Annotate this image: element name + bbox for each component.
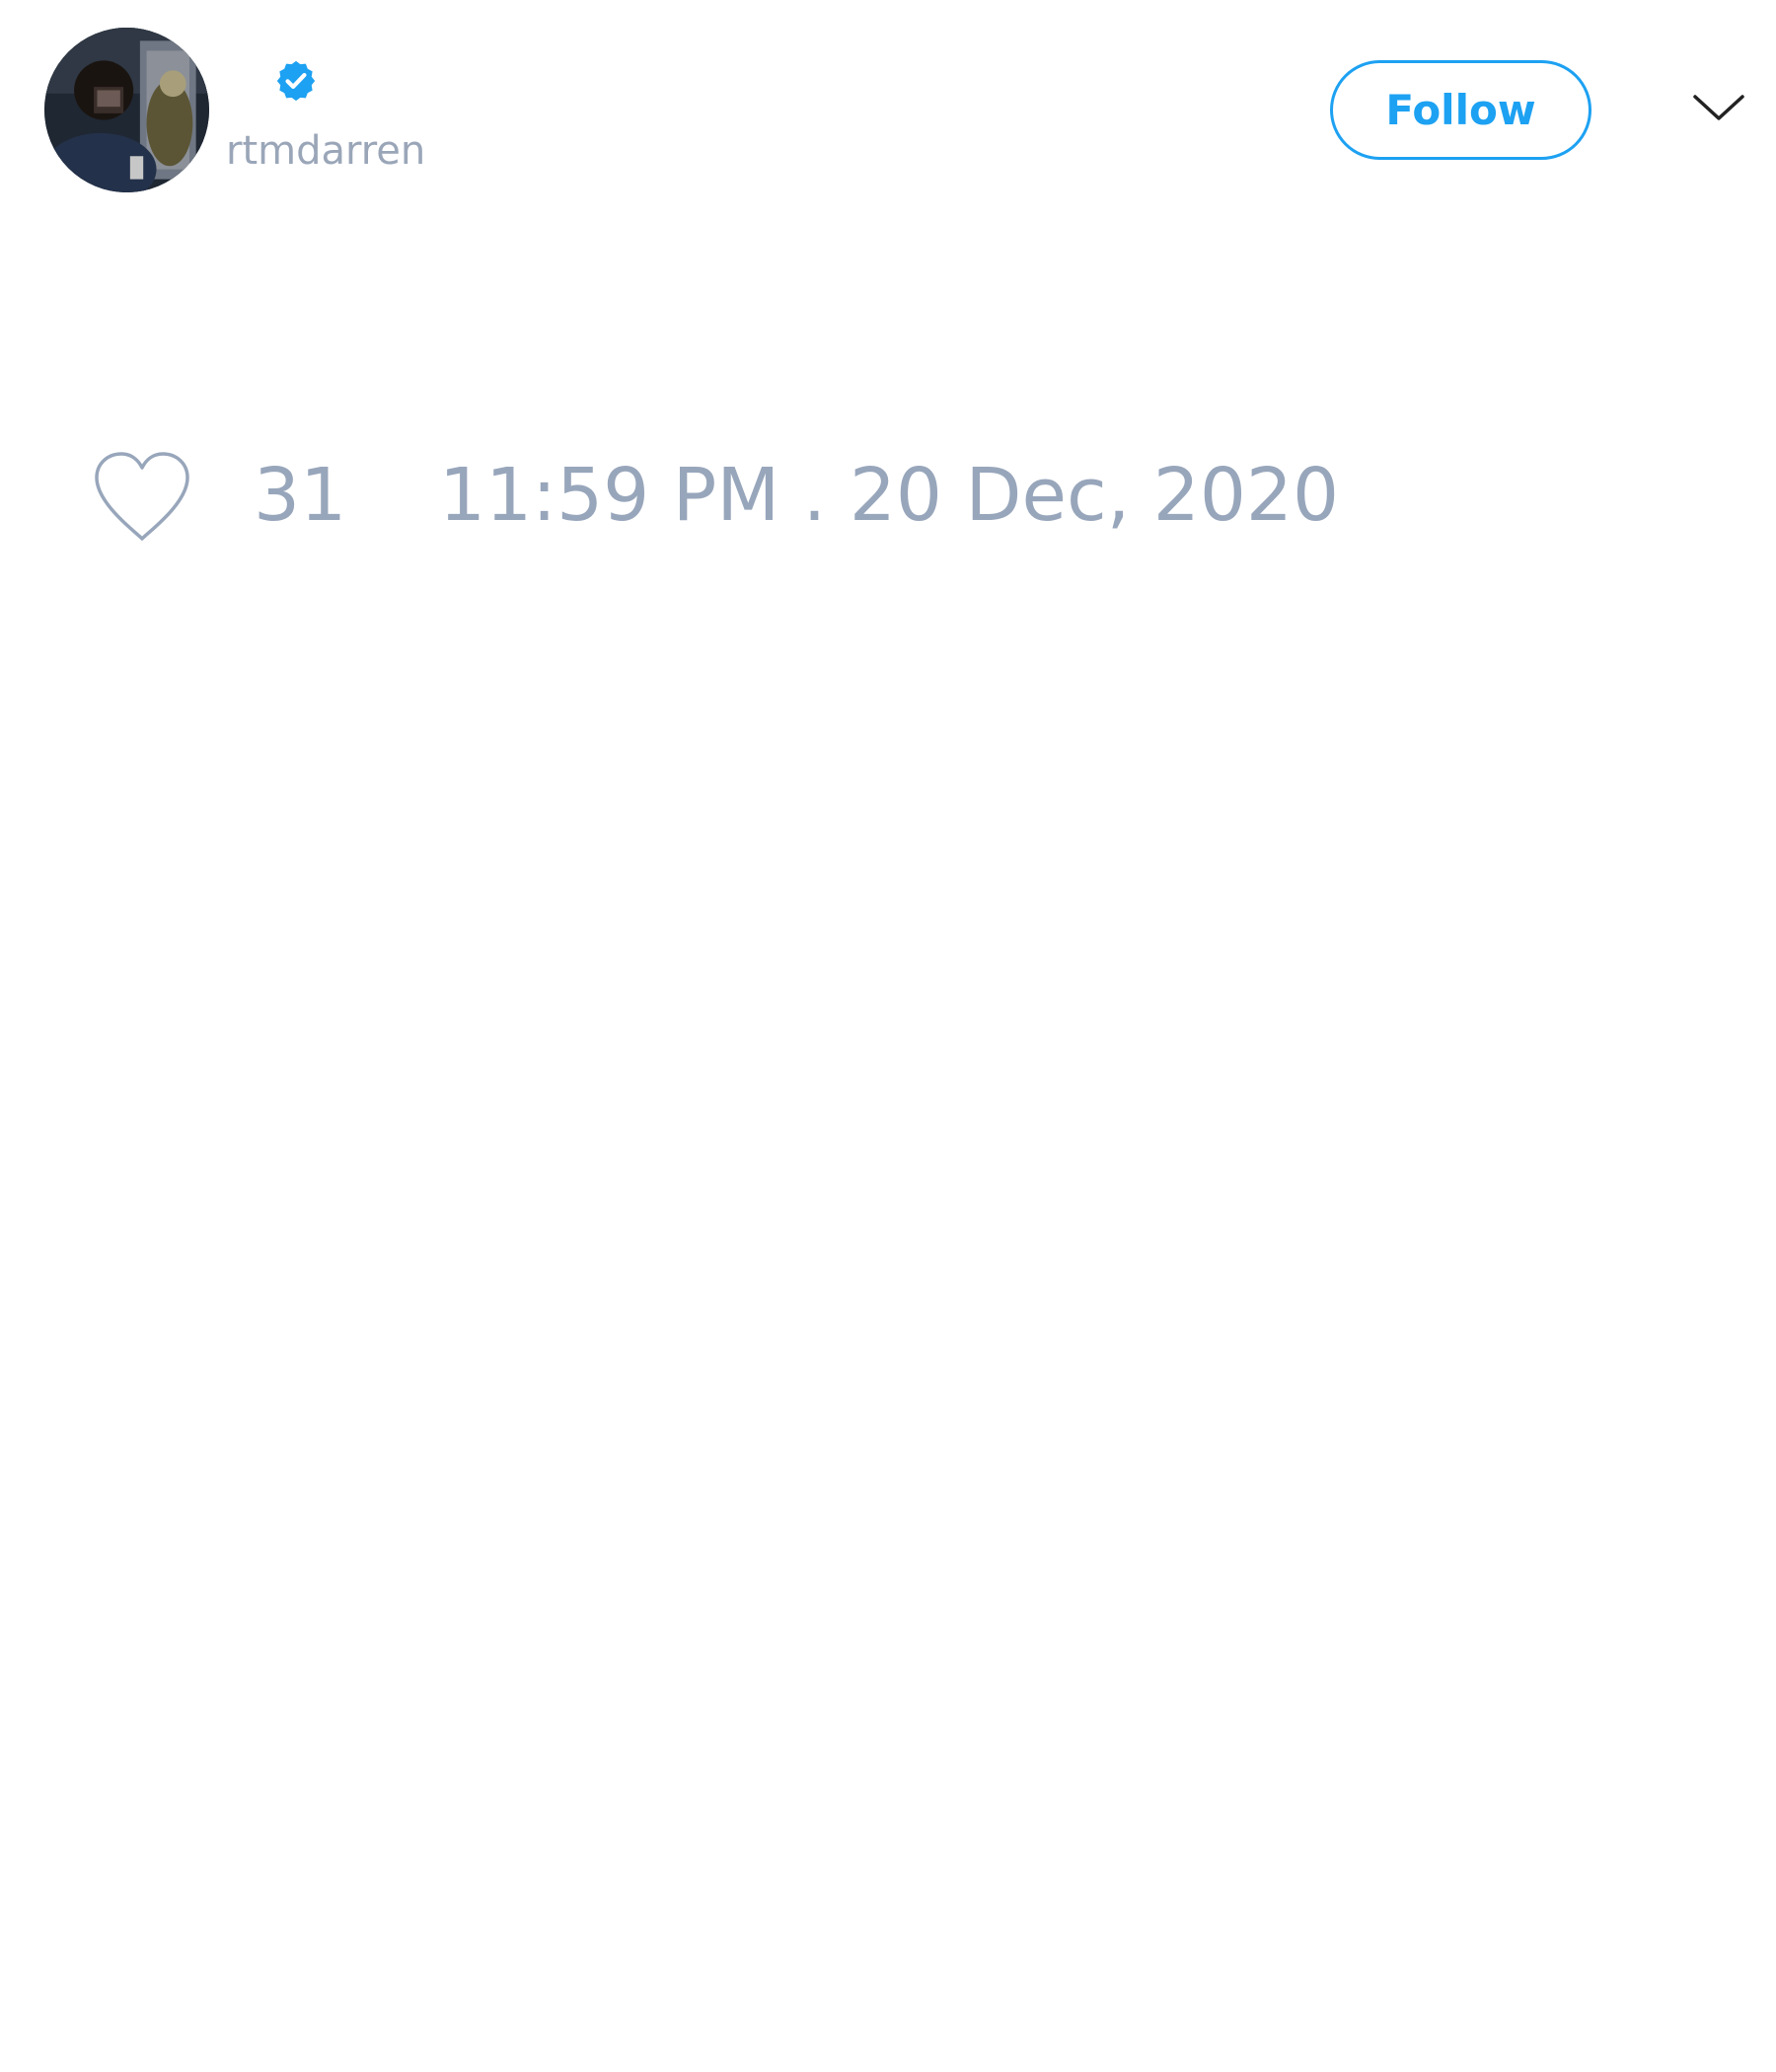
tweet-timestamp[interactable]: 11:59 PM . 20 Dec, 2020 — [439, 452, 1339, 539]
avatar-photo — [44, 28, 209, 192]
heart-outline-icon[interactable] — [87, 448, 197, 547]
author-handle[interactable]: rtmdarren — [226, 125, 425, 177]
follow-button[interactable]: Follow — [1330, 60, 1591, 160]
tweet-meta: 31 11:59 PM . 20 Dec, 2020 — [0, 424, 1776, 562]
chevron-down-icon[interactable] — [1689, 87, 1748, 132]
verified-badge-icon — [273, 58, 319, 104]
avatar[interactable] — [44, 28, 209, 192]
like-count: 31 — [254, 453, 347, 538]
tweet-header: rtmdarren Follow — [0, 0, 1776, 217]
